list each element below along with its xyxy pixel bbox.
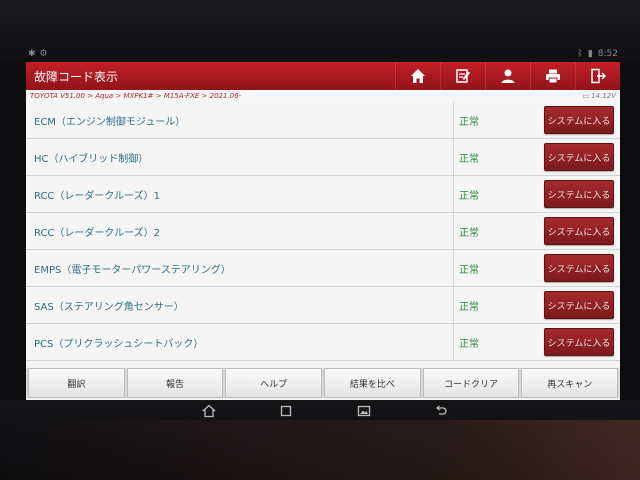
exit-icon <box>591 68 606 84</box>
enter-system-button[interactable]: システムに入る <box>544 254 614 282</box>
nav-back-button[interactable] <box>434 403 448 422</box>
table-row: SAS（ステアリング角センサー） 正常 システムに入る <box>26 287 620 324</box>
nav-recent-apps-button[interactable] <box>279 403 293 422</box>
square-icon <box>281 405 292 416</box>
system-name: SAS（ステアリング角センサー） <box>26 287 454 323</box>
system-status: 正常 <box>459 190 479 202</box>
system-name: RCC（レーダークルーズ）1 <box>26 176 454 212</box>
app-header: 故障コード表示 <box>26 62 620 90</box>
report-edit-icon <box>456 69 470 83</box>
system-name: PCS（プリクラッシュシートバック） <box>26 324 454 360</box>
system-status: 正常 <box>459 116 479 128</box>
enter-system-button[interactable]: システムに入る <box>544 328 614 356</box>
android-nav-bar <box>170 400 480 424</box>
android-status-bar: ✱ ⚙ ᛒ ▮ 8:52 <box>28 46 618 62</box>
table-row: RCC（レーダークルーズ）1 正常 システムに入る <box>26 176 620 213</box>
report-button[interactable]: 報告 <box>126 368 224 398</box>
system-list: ECM（エンジン制御モジュール） 正常 システムに入る HC（ハイブリッド制御）… <box>26 102 620 361</box>
back-arrow-icon <box>436 404 447 415</box>
system-name: RCC（レーダークルーズ）2 <box>26 213 454 249</box>
nav-home-button[interactable] <box>201 403 216 422</box>
car-battery-icon: ▭ <box>582 92 590 100</box>
print-button[interactable] <box>530 62 575 90</box>
battery-voltage: ▭ 14.12V <box>583 92 616 100</box>
enter-system-button[interactable]: システムに入る <box>544 143 614 171</box>
bottom-toolbar: 翻訳 報告 ヘルプ 結果を比べ コードクリア 再スキャン <box>26 368 620 398</box>
system-status: 正常 <box>459 264 479 276</box>
voltage-value: 14.12V <box>591 92 616 100</box>
table-row: ECM（エンジン制御モジュール） 正常 システムに入る <box>26 102 620 139</box>
help-button[interactable]: ヘルプ <box>225 368 323 398</box>
home-button[interactable] <box>395 62 440 90</box>
system-name: EMPS（電子モーターパワーステアリング） <box>26 250 454 286</box>
table-row: HC（ハイブリッド制御） 正常 システムに入る <box>26 139 620 176</box>
image-icon <box>357 405 370 416</box>
report-edit-button[interactable] <box>440 62 485 90</box>
printer-icon <box>546 69 560 84</box>
battery-icon: ▮ <box>587 49 593 59</box>
table-row: PCS（プリクラッシュシートバック） 正常 システムに入る <box>26 324 620 361</box>
user-button[interactable] <box>485 62 530 90</box>
system-status: 正常 <box>459 153 479 165</box>
notification-icon: ✱ <box>28 49 36 59</box>
table-row: RCC（レーダークルーズ）2 正常 システムに入る <box>26 213 620 250</box>
compare-results-button[interactable]: 結果を比べ <box>324 368 421 398</box>
system-status: 正常 <box>459 227 479 239</box>
system-name: HC（ハイブリッド制御） <box>26 139 454 175</box>
home-icon <box>411 69 425 83</box>
enter-system-button[interactable]: システムに入る <box>544 106 614 134</box>
clock: 8:52 <box>597 49 618 59</box>
enter-system-button[interactable]: システムに入る <box>544 180 614 208</box>
system-name: ECM（エンジン制御モジュール） <box>26 102 454 138</box>
bluetooth-icon: ᛒ <box>577 49 583 59</box>
rescan-button[interactable]: 再スキャン <box>521 368 619 398</box>
nav-screenshot-button[interactable] <box>357 403 371 422</box>
app-screen: 故障コード表示 TOYOTA V51.00 > Aqua > MXPK1# > … <box>26 62 620 402</box>
page-title: 故障コード表示 <box>34 69 119 84</box>
table-row: EMPS（電子モーターパワーステアリング） 正常 システムに入る <box>26 250 620 287</box>
enter-system-button[interactable]: システムに入る <box>544 291 614 319</box>
home-outline-icon <box>201 404 216 417</box>
breadcrumb-bar: TOYOTA V51.00 > Aqua > MXPK1# > M15A-FXE… <box>26 90 620 102</box>
clear-codes-button[interactable]: コードクリア <box>422 368 520 398</box>
system-status: 正常 <box>459 301 479 313</box>
user-icon <box>501 69 515 83</box>
bezel-reflection <box>0 420 640 480</box>
settings-notification-icon: ⚙ <box>39 49 48 59</box>
enter-system-button[interactable]: システムに入る <box>544 217 614 245</box>
translate-button[interactable]: 翻訳 <box>28 368 125 398</box>
breadcrumb: TOYOTA V51.00 > Aqua > MXPK1# > M15A-FXE… <box>30 92 242 100</box>
system-status: 正常 <box>459 338 479 350</box>
exit-button[interactable] <box>575 62 620 90</box>
